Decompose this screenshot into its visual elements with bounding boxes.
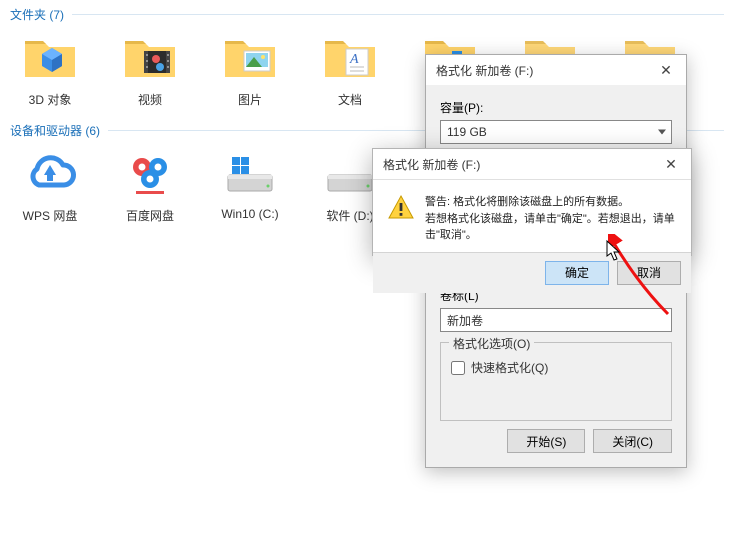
drive-baidu-label: 百度网盘 [126, 207, 174, 224]
capacity-label: 容量(P): [440, 99, 672, 116]
warning-line1: 警告: 格式化将删除该磁盘上的所有数据。 [425, 194, 677, 211]
folder-pictures[interactable]: 图片 [214, 29, 286, 108]
ok-button[interactable]: 确定 [545, 261, 609, 285]
drive-d-label: 软件 (D:) [326, 207, 373, 224]
warning-dialog-title: 格式化 新加卷 (F:) [383, 156, 480, 173]
drive-c-label: Win10 (C:) [221, 207, 278, 221]
close-icon[interactable]: ✕ [659, 155, 683, 173]
volume-input[interactable]: 新加卷 [440, 308, 672, 332]
drive-wps-label: WPS 网盘 [23, 207, 78, 224]
folders-header-label: 文件夹 (7) [10, 6, 64, 23]
format-options-group: 格式化选项(O) 快速格式化(Q) [440, 342, 672, 421]
folder-3d-label: 3D 对象 [29, 91, 72, 108]
folder-icon [222, 29, 278, 85]
folder-icon [122, 29, 178, 85]
folder-videos[interactable]: 视频 [114, 29, 186, 108]
warning-line2: 若想格式化该磁盘，请单击"确定"。若想退出，请单击"取消"。 [425, 211, 677, 244]
divider [72, 14, 724, 15]
folder-documents[interactable]: A 文档 [314, 29, 386, 108]
hdd-icon [222, 145, 278, 201]
close-icon[interactable]: ✕ [654, 61, 678, 79]
format-options-legend: 格式化选项(O) [449, 335, 534, 352]
format-dialog-title: 格式化 新加卷 (F:) [436, 62, 533, 79]
folder-3d-objects[interactable]: 3D 对象 [14, 29, 86, 108]
baidu-pan-icon [122, 145, 178, 201]
cancel-button[interactable]: 取消 [617, 261, 681, 285]
warning-icon [387, 194, 415, 222]
drive-baidu[interactable]: 百度网盘 [114, 145, 186, 224]
start-button[interactable]: 开始(S) [507, 429, 585, 453]
folder-videos-label: 视频 [138, 91, 162, 108]
folders-section-header: 文件夹 (7) [0, 0, 734, 27]
folder-icon [22, 29, 78, 85]
warning-dialog: 格式化 新加卷 (F:) ✕ 警告: 格式化将删除该磁盘上的所有数据。 若想格式… [372, 148, 692, 256]
wps-cloud-icon [22, 145, 78, 201]
warning-text: 警告: 格式化将删除该磁盘上的所有数据。 若想格式化该磁盘，请单击"确定"。若想… [425, 194, 677, 244]
hdd-icon [322, 145, 378, 201]
svg-text:A: A [349, 52, 359, 67]
drives-header-label: 设备和驱动器 (6) [10, 122, 100, 139]
format-dialog-titlebar[interactable]: 格式化 新加卷 (F:) ✕ [426, 55, 686, 85]
volume-value: 新加卷 [447, 312, 483, 329]
drive-win10-c[interactable]: Win10 (C:) [214, 145, 286, 224]
warning-dialog-titlebar[interactable]: 格式化 新加卷 (F:) ✕ [373, 149, 691, 180]
folder-icon: A [322, 29, 378, 85]
quick-format-input[interactable] [451, 361, 465, 375]
folder-pictures-label: 图片 [238, 91, 262, 108]
drive-wps[interactable]: WPS 网盘 [14, 145, 86, 224]
folder-documents-label: 文档 [338, 91, 362, 108]
capacity-value: 119 GB [447, 125, 487, 139]
close-button[interactable]: 关闭(C) [593, 429, 672, 453]
quick-format-checkbox[interactable]: 快速格式化(Q) [451, 359, 661, 376]
quick-format-label: 快速格式化(Q) [471, 359, 548, 376]
capacity-select[interactable]: 119 GB [440, 120, 672, 144]
